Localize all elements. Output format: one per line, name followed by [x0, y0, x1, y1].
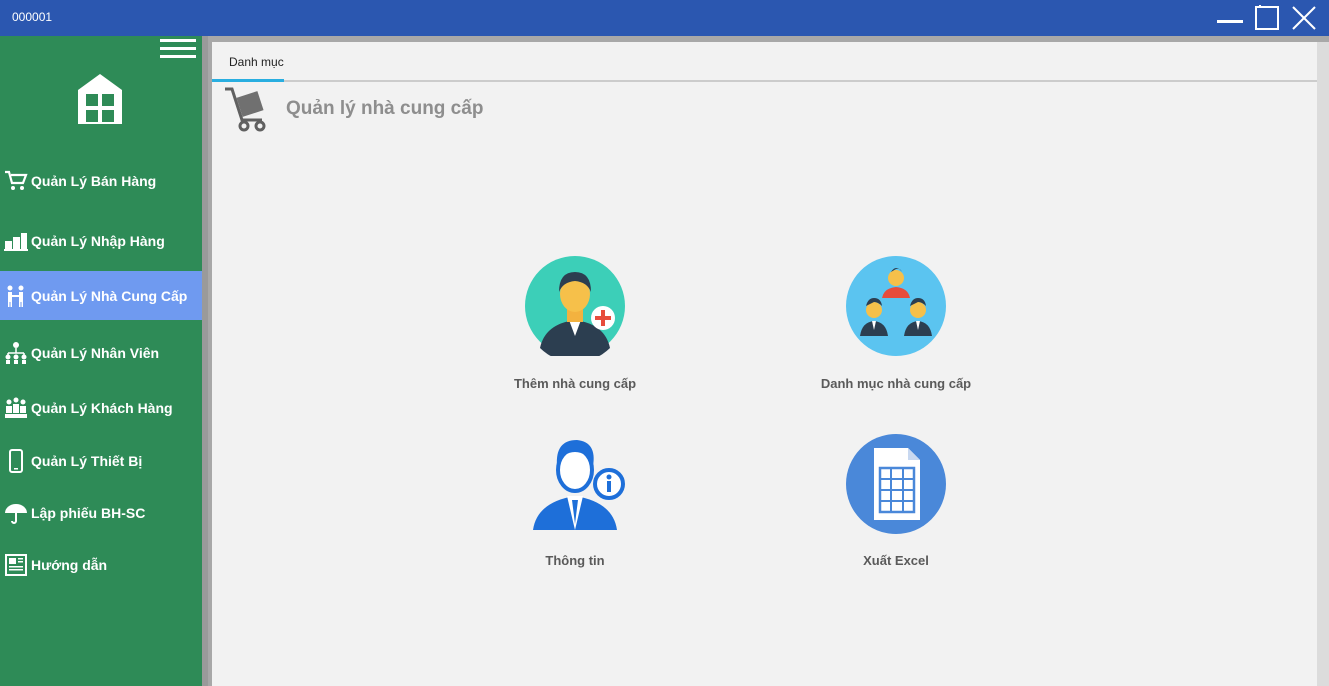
sidebar-item-label: Quản Lý Nhà Cung Cấp [31, 287, 188, 304]
sidebar-item-label: Quản Lý Bán Hàng [31, 173, 157, 189]
excel-sheet-icon [846, 434, 946, 534]
close-button[interactable] [1288, 4, 1320, 32]
hand-truck-icon [225, 87, 266, 132]
boxes-icon [2, 228, 30, 254]
minimize-button[interactable] [1214, 4, 1246, 32]
supplier-list-icon [846, 256, 946, 356]
sidebar-item-guide[interactable]: Hướng dẫn [0, 550, 202, 580]
sidebar-item-label: Lập phiếu BH-SC [31, 505, 146, 521]
export-excel-tile[interactable]: Xuất Excel [786, 434, 1006, 584]
menu-toggle-button[interactable] [160, 38, 196, 70]
sidebar-item-label: Quản Lý Nhân Viên [31, 345, 160, 361]
tab-strip: Danh mục [212, 42, 1317, 82]
sidebar-item-warranty[interactable]: Lập phiếu BH-SC [0, 498, 202, 528]
info-tile[interactable]: Thông tin [465, 434, 685, 584]
content-panel: Danh mục Quản lý nhà cung cấp Thêm nhà c… [212, 42, 1329, 686]
close-icon [1292, 6, 1316, 30]
cart-icon [2, 168, 30, 194]
window-title: 000001 [12, 10, 53, 24]
customers-group-icon [2, 395, 30, 421]
sidebar-item-staff[interactable]: Quản Lý Nhân Viên [0, 338, 202, 368]
handshake-people-icon [2, 283, 30, 309]
sidebar: Quản Lý Bán Hàng Quản Lý Nhập Hàng Quản … [0, 36, 202, 686]
add-supplier-icon [525, 256, 625, 356]
tab-label: Danh mục [229, 55, 284, 69]
add-supplier-tile[interactable]: Thêm nhà cung cấp [465, 256, 685, 406]
main-area: Danh mục Quản lý nhà cung cấp Thêm nhà c… [208, 36, 1329, 686]
tile-label: Xuất Excel [863, 553, 929, 568]
umbrella-icon [2, 500, 30, 526]
sidebar-item-label: Hướng dẫn [31, 557, 108, 573]
info-user-icon [533, 440, 625, 530]
title-bar: 000001 [0, 0, 1329, 36]
sidebar-item-customers[interactable]: Quản Lý Khách Hàng [0, 393, 202, 423]
tile-label: Thêm nhà cung cấp [513, 376, 637, 391]
home-building-icon [78, 74, 122, 124]
sidebar-item-import[interactable]: Quản Lý Nhập Hàng [0, 226, 202, 256]
page-title: Quản lý nhà cung cấp [286, 98, 484, 119]
hamburger-icon [160, 39, 196, 42]
maximize-button[interactable] [1251, 4, 1283, 32]
minimize-icon [1217, 20, 1243, 23]
sidebar-item-devices[interactable]: Quản Lý Thiết Bị [0, 446, 202, 476]
sidebar-item-suppliers[interactable]: Quản Lý Nhà Cung Cấp [0, 271, 202, 320]
tab-danh-muc[interactable]: Danh mục [212, 42, 284, 82]
phone-icon [2, 448, 30, 474]
org-chart-icon [2, 340, 30, 366]
sidebar-item-sales[interactable]: Quản Lý Bán Hàng [0, 166, 202, 196]
supplier-list-tile[interactable]: Danh mục nhà cung cấp [786, 256, 1006, 406]
panel-right-edge [1317, 42, 1329, 686]
sidebar-item-label: Quản Lý Thiết Bị [31, 453, 143, 469]
sidebar-item-label: Quản Lý Nhập Hàng [31, 233, 165, 249]
newspaper-icon [2, 552, 30, 578]
sidebar-item-label: Quản Lý Khách Hàng [31, 400, 173, 416]
page-header: Quản lý nhà cung cấp [222, 84, 522, 134]
tile-label: Thông tin [545, 553, 605, 568]
tile-label: Danh mục nhà cung cấp [820, 376, 972, 391]
maximize-icon [1255, 5, 1279, 30]
